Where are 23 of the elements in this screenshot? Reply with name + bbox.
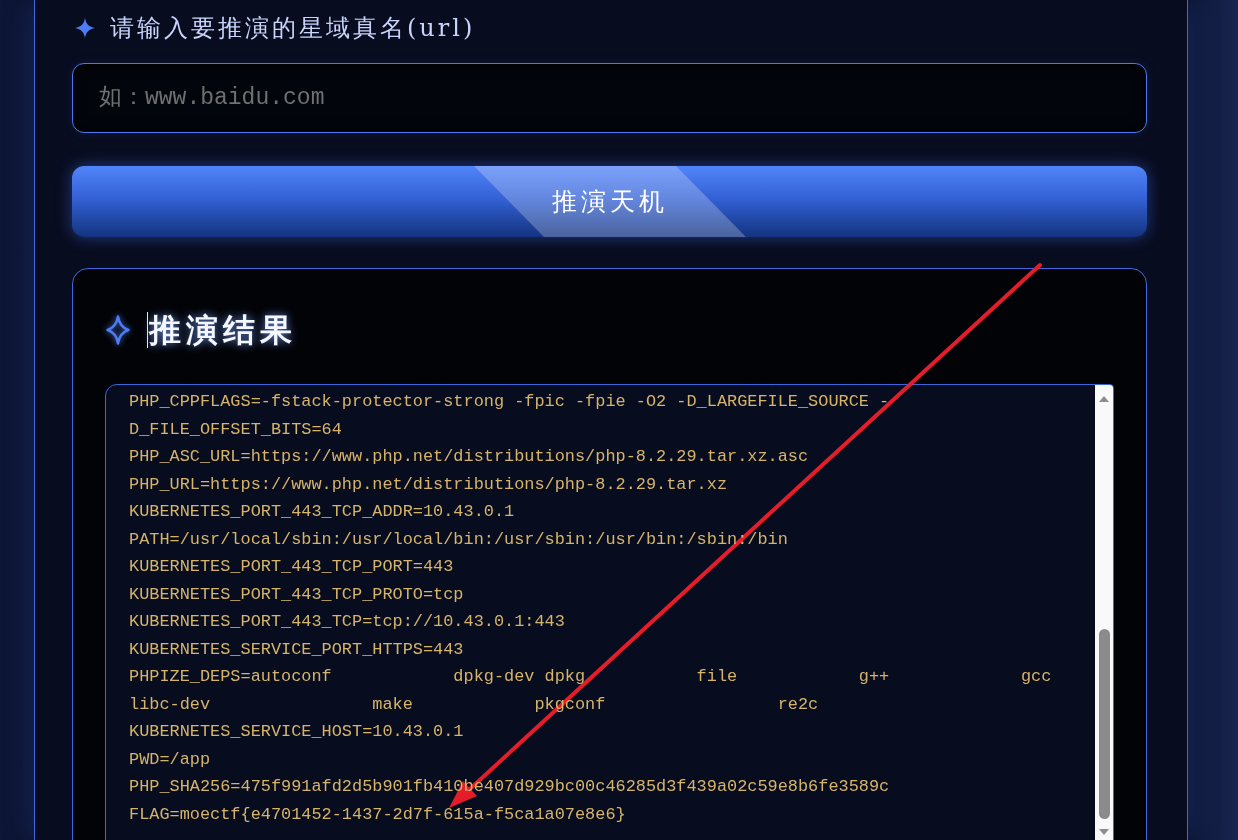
scroll-up-icon[interactable] (1099, 396, 1109, 402)
diamond-sparkle-icon (106, 315, 130, 345)
output-line: PHPIZE_DEPS=autoconf dpkg-dev dpkg file g++ gcc (129, 666, 1052, 688)
output-line: PHP_ASC_URL=https://www.php.net/distributions/php-8.2.29.tar.xz.asc (129, 446, 809, 468)
url-input[interactable]: 如：www.baidu.com (72, 63, 1147, 133)
output-line: FLAG=moectf{e4701452-1437-2d7f-615a-f5ca1a07e8e6} (129, 803, 626, 826)
output-line: PHP_URL=https://www.php.net/distributions/php-8.2.29.tar.xz (129, 473, 728, 496)
scrollbar-thumb[interactable] (1098, 629, 1110, 819)
output-line: KUBERNETES_PORT_443_TCP_PROTO=tcp (129, 583, 464, 606)
sparkle-icon (75, 18, 95, 38)
output-line: KUBERNETES_SERVICE_HOST=10.43.0.1 (129, 721, 464, 743)
output-line: KUBERNETES_PORT_443_TCP_PORT=443 (129, 556, 454, 578)
output-line: PHP_CPPFLAGS=-fstack-protector-strong -fpic -fpie -O2 -D_LARGEFILE_SOURCE - (129, 391, 890, 413)
output-line: PWD=/app (129, 748, 211, 771)
scroll-down-icon[interactable] (1099, 829, 1109, 835)
scrollbar[interactable] (1095, 385, 1113, 840)
submit-button[interactable]: 推演天机 (72, 166, 1147, 237)
url-label: 请输入要推演的星域真名(url) (110, 13, 476, 43)
output-line: KUBERNETES_PORT_443_TCP_ADDR=10.43.0.1 (129, 501, 515, 523)
output-line: KUBERNETES_SERVICE_PORT_HTTPS=443 (129, 638, 464, 661)
output-line: D_FILE_OFFSET_BITS=64 (129, 418, 342, 441)
result-title: 推演结果 (149, 310, 297, 350)
output-line: KUBERNETES_PORT_443_TCP=tcp://10.43.0.1:443 (129, 611, 565, 633)
